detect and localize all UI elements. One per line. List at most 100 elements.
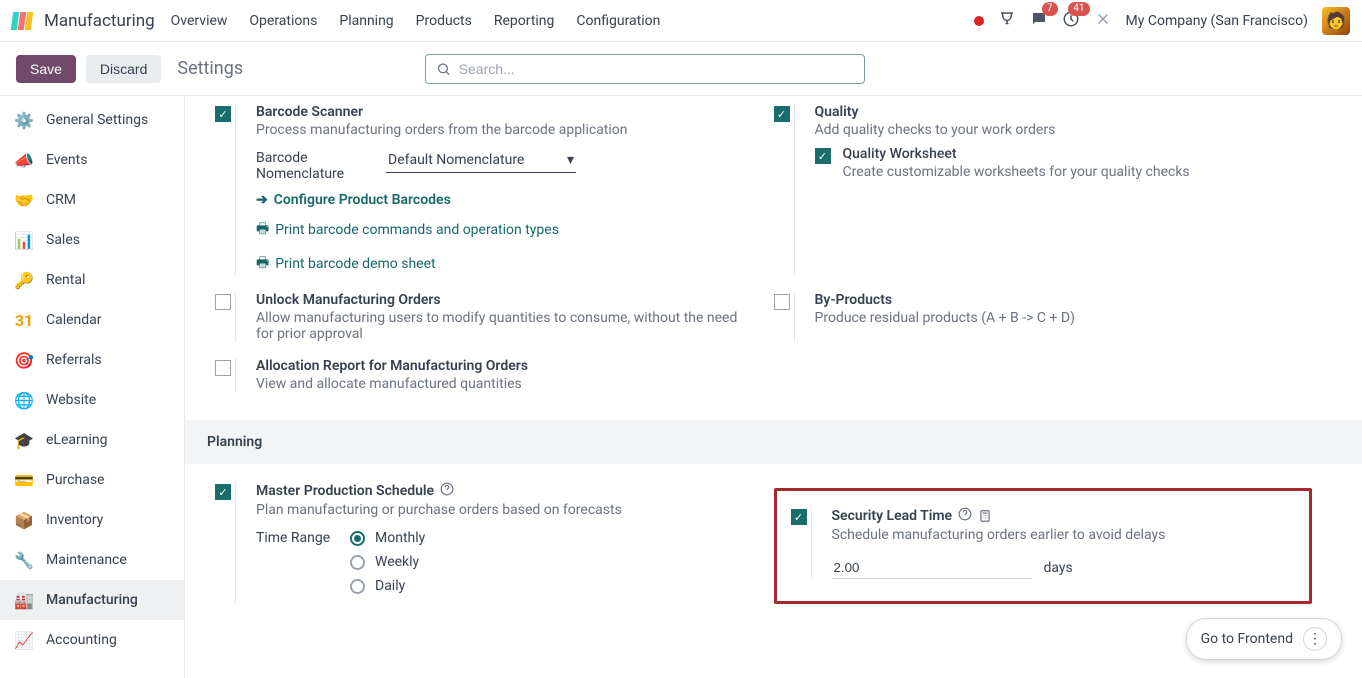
sidebar-item-sales[interactable]: 📊Sales (0, 220, 184, 260)
inventory-icon: 📦 (14, 510, 34, 530)
topbar: Manufacturing Overview Operations Planni… (0, 0, 1362, 42)
quality-worksheet-checkbox[interactable] (815, 148, 831, 164)
company-selector[interactable]: My Company (San Francisco) (1126, 13, 1308, 29)
search-icon (436, 61, 451, 77)
print-barcode-demo-link[interactable]: 🖶 Print barcode demo sheet (256, 252, 754, 276)
topbar-right: 7 41 My Company (San Francisco) 🧑 (974, 7, 1350, 35)
nav-reporting[interactable]: Reporting (494, 13, 555, 29)
barcode-scanner-checkbox[interactable] (215, 106, 231, 122)
page-title: Settings (177, 58, 243, 79)
accounting-icon: 📈 (14, 630, 34, 650)
print-barcode-commands-link[interactable]: 🖶 Print barcode commands and operation t… (256, 218, 754, 242)
unlock-orders-title: Unlock Manufacturing Orders (256, 292, 754, 308)
chevron-down-icon: ▾ (567, 152, 574, 168)
avatar[interactable]: 🧑 (1322, 7, 1350, 35)
sidebar-item-events[interactable]: 📣Events (0, 140, 184, 180)
days-label: days (1044, 560, 1073, 576)
security-lead-time-desc: Schedule manufacturing orders earlier to… (832, 527, 1292, 543)
maintenance-icon: 🔧 (14, 550, 34, 570)
sidebar-item-referrals[interactable]: 🎯Referrals (0, 340, 184, 380)
gear-icon: ⚙️ (14, 110, 34, 130)
barcode-nomenclature-label: Barcode Nomenclature (256, 150, 356, 182)
quality-title: Quality (815, 104, 1313, 120)
barcode-scanner-title: Barcode Scanner (256, 104, 754, 120)
messages-badge: 7 (1042, 2, 1058, 16)
manufacturing-side-icon: 🏭 (14, 590, 34, 610)
nav-overview[interactable]: Overview (171, 13, 228, 29)
referrals-icon: 🎯 (14, 350, 34, 370)
nav-products[interactable]: Products (416, 13, 472, 29)
content[interactable]: Barcode Scanner Process manufacturing or… (185, 96, 1362, 678)
sidebar-item-inventory[interactable]: 📦Inventory (0, 500, 184, 540)
nav-planning[interactable]: Planning (339, 13, 393, 29)
calculator-icon[interactable] (978, 509, 992, 523)
time-range-weekly-radio[interactable] (350, 555, 365, 570)
mps-checkbox[interactable] (215, 484, 231, 500)
search-input[interactable] (459, 61, 854, 77)
sidebar-item-maintenance[interactable]: 🔧Maintenance (0, 540, 184, 580)
sales-icon: 📊 (14, 230, 34, 250)
allocation-report-desc: View and allocate manufactured quantitie… (256, 376, 754, 392)
security-lead-time-input[interactable] (832, 557, 1032, 579)
mps-desc: Plan manufacturing or purchase orders ba… (256, 502, 754, 518)
time-range-monthly-radio[interactable] (350, 531, 365, 546)
nav-operations[interactable]: Operations (249, 13, 317, 29)
discard-button[interactable]: Discard (86, 55, 161, 83)
by-products-checkbox[interactable] (774, 294, 790, 310)
print-icon: 🖶 (256, 218, 269, 242)
time-range-daily-radio[interactable] (350, 579, 365, 594)
sidebar[interactable]: ⚙️General Settings 📣Events 🤝CRM 📊Sales 🔑… (0, 96, 185, 678)
print-icon: 🖶 (256, 252, 269, 276)
main-nav: Overview Operations Planning Products Re… (171, 13, 661, 29)
go-to-frontend-button[interactable]: Go to Frontend ⋮ (1186, 618, 1342, 660)
manufacturing-icon (12, 12, 36, 30)
phone-icon[interactable] (998, 10, 1016, 32)
activities-icon[interactable]: 41 (1062, 10, 1080, 32)
time-range-label: Time Range (256, 530, 336, 602)
allocation-report-checkbox[interactable] (215, 360, 231, 376)
by-products-title: By-Products (815, 292, 1313, 308)
sidebar-item-website[interactable]: 🌐Website (0, 380, 184, 420)
status-dot-icon (974, 16, 984, 26)
activities-badge: 41 (1068, 2, 1089, 16)
website-icon: 🌐 (14, 390, 34, 410)
by-products-desc: Produce residual products (A + B -> C + … (815, 310, 1313, 326)
quality-checkbox[interactable] (774, 106, 790, 122)
unlock-orders-desc: Allow manufacturing users to modify quan… (256, 310, 754, 342)
quality-worksheet-desc: Create customizable worksheets for your … (843, 164, 1190, 180)
search-box[interactable] (425, 54, 865, 84)
unlock-orders-checkbox[interactable] (215, 294, 231, 310)
security-lead-time-title: Security Lead Time (832, 508, 953, 524)
sidebar-item-purchase[interactable]: 💳Purchase (0, 460, 184, 500)
elearning-icon: 🎓 (14, 430, 34, 450)
security-lead-time-checkbox[interactable] (791, 509, 807, 525)
sidebar-item-general-settings[interactable]: ⚙️General Settings (0, 100, 184, 140)
arrow-right-icon: ➔ (256, 192, 268, 208)
planning-section-header: Planning (185, 420, 1362, 464)
crm-icon: 🤝 (14, 190, 34, 210)
quality-desc: Add quality checks to your work orders (815, 122, 1313, 138)
mps-title: Master Production Schedule (256, 483, 434, 499)
brand[interactable]: Manufacturing (12, 11, 155, 31)
save-button[interactable]: Save (16, 55, 76, 83)
configure-product-barcodes-link[interactable]: ➔ Configure Product Barcodes (256, 192, 754, 208)
sidebar-item-elearning[interactable]: 🎓eLearning (0, 420, 184, 460)
tools-icon[interactable] (1094, 10, 1112, 32)
barcode-nomenclature-select[interactable]: Default Nomenclature ▾ (386, 150, 576, 173)
rental-icon: 🔑 (14, 270, 34, 290)
help-icon[interactable] (958, 507, 972, 525)
control-bar: Save Discard Settings (0, 42, 1362, 96)
sidebar-item-manufacturing[interactable]: 🏭Manufacturing (0, 580, 184, 620)
sidebar-item-rental[interactable]: 🔑Rental (0, 260, 184, 300)
brand-name: Manufacturing (44, 11, 155, 31)
more-options-icon[interactable]: ⋮ (1303, 627, 1327, 651)
purchase-icon: 💳 (14, 470, 34, 490)
nav-configuration[interactable]: Configuration (576, 13, 660, 29)
quality-worksheet-title: Quality Worksheet (843, 146, 1190, 162)
messages-icon[interactable]: 7 (1030, 10, 1048, 32)
sidebar-item-calendar[interactable]: 31Calendar (0, 300, 184, 340)
help-icon[interactable] (440, 482, 454, 500)
sidebar-item-accounting[interactable]: 📈Accounting (0, 620, 184, 660)
sidebar-item-crm[interactable]: 🤝CRM (0, 180, 184, 220)
barcode-scanner-desc: Process manufacturing orders from the ba… (256, 122, 754, 138)
